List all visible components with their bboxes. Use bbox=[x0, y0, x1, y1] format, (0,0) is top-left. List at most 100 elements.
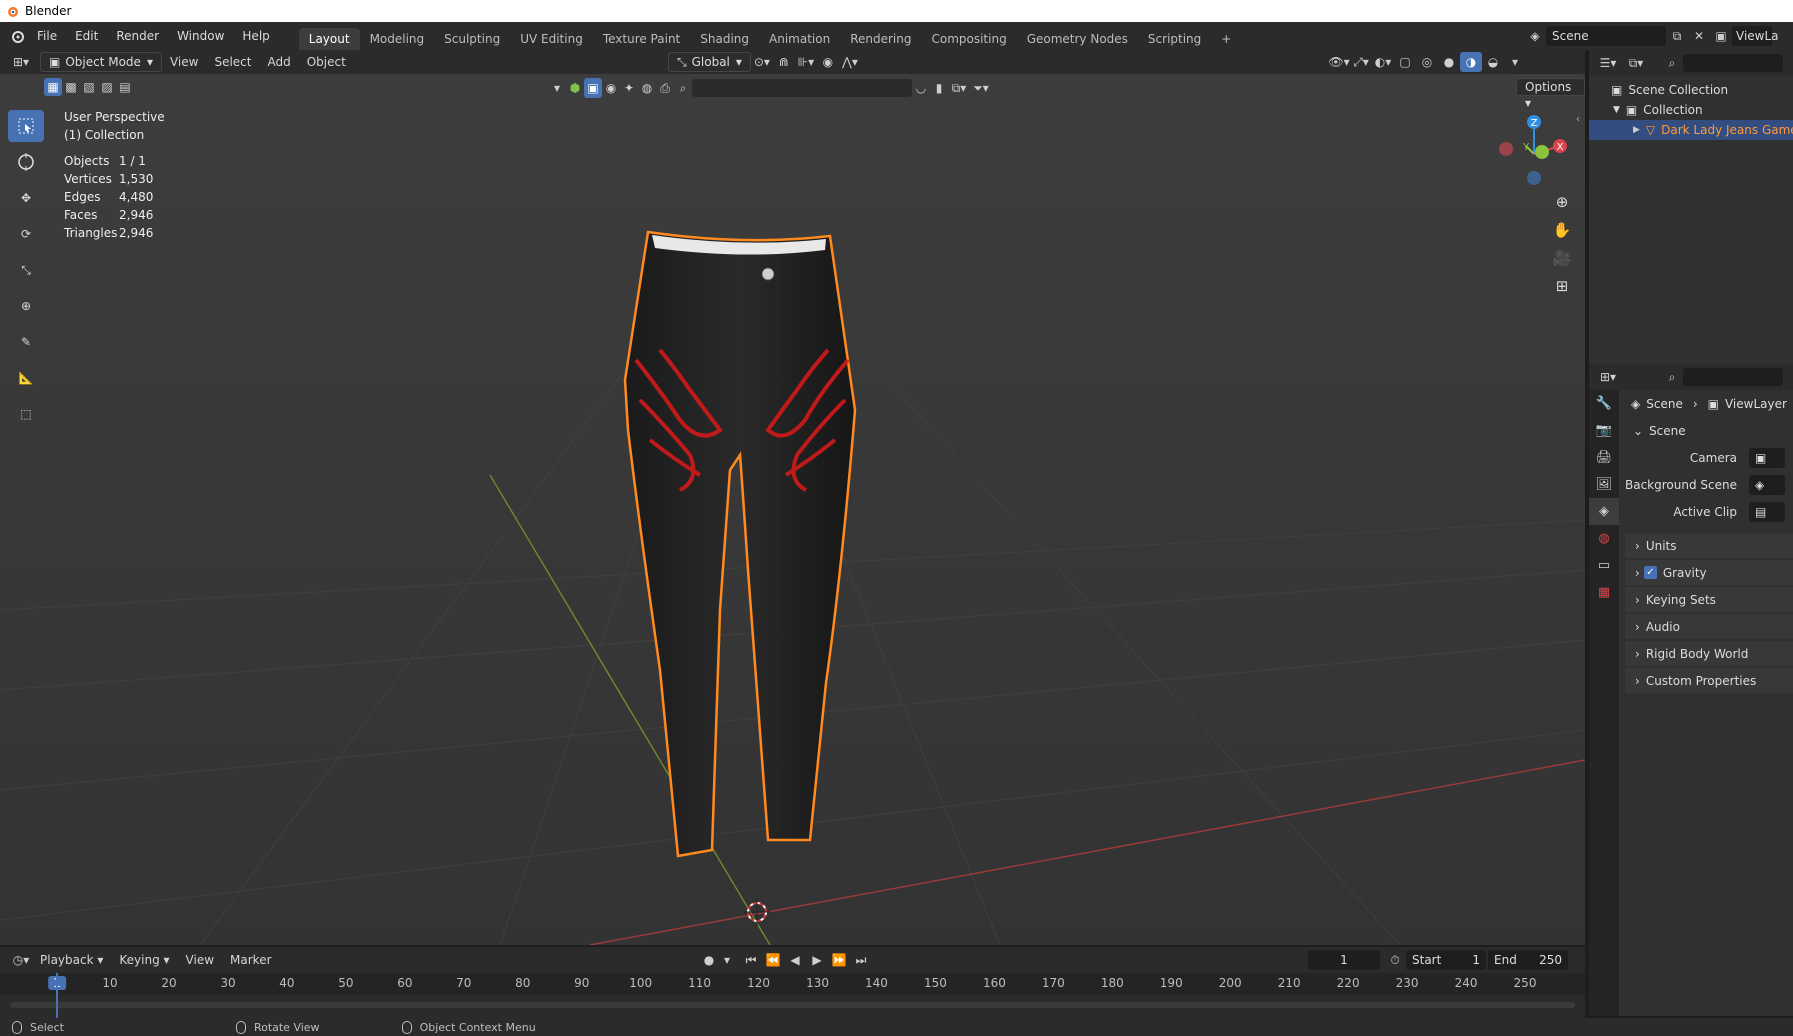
tab-animation[interactable]: Animation bbox=[759, 28, 840, 50]
tab-texture-paint[interactable]: Texture Paint bbox=[593, 28, 690, 50]
panel-keying-sets[interactable]: › Keying Sets bbox=[1625, 587, 1793, 612]
timeline-menu-keying[interactable]: Keying ▾ bbox=[111, 953, 177, 967]
view-options-icon[interactable]: ⧉▾ bbox=[948, 78, 970, 98]
timeline-menu-marker[interactable]: Marker bbox=[222, 953, 279, 967]
select-box-tool[interactable] bbox=[8, 110, 44, 142]
bookmark-icon[interactable]: ▮ bbox=[930, 78, 948, 98]
tab-scene-icon[interactable]: ◈ bbox=[1589, 498, 1619, 525]
panel-units[interactable]: › Units bbox=[1625, 533, 1793, 558]
filter-search-input[interactable] bbox=[692, 79, 912, 97]
wireframe-shading-icon[interactable]: ◎ bbox=[1416, 52, 1438, 72]
viewport-menu-object[interactable]: Object bbox=[299, 55, 354, 69]
annotate-tool[interactable]: ✎ bbox=[8, 326, 44, 358]
scene-icon[interactable]: ◈ bbox=[1524, 26, 1546, 46]
transform-orientation-dropdown[interactable]: ⤡ Global ▾ bbox=[668, 52, 751, 72]
clear-filter-icon[interactable]: ◡ bbox=[912, 78, 930, 98]
pan-hand-icon[interactable]: ✋ bbox=[1548, 216, 1576, 244]
breadcrumb-scene[interactable]: Scene bbox=[1646, 397, 1683, 411]
select-intersect-icon[interactable]: ▤ bbox=[116, 78, 134, 96]
tab-texture-icon[interactable]: ▦ bbox=[1589, 579, 1619, 606]
measure-tool[interactable]: 📐 bbox=[8, 362, 44, 394]
menu-help[interactable]: Help bbox=[233, 29, 278, 43]
panel-audio[interactable]: › Audio bbox=[1625, 614, 1793, 639]
add-cube-tool[interactable]: ⬚ bbox=[8, 398, 44, 430]
tab-rendering[interactable]: Rendering bbox=[840, 28, 921, 50]
panel-custom-properties[interactable]: › Custom Properties bbox=[1625, 668, 1793, 693]
properties-editor-type-icon[interactable]: ⊞▾ bbox=[1597, 367, 1619, 387]
material-filter-icon[interactable]: ◉ bbox=[602, 78, 620, 98]
mesh-filter-icon[interactable]: ⬢ bbox=[566, 78, 584, 98]
record-icon[interactable]: ● bbox=[698, 950, 720, 970]
mode-dropdown[interactable]: ▣ Object Mode ▾ bbox=[40, 52, 162, 72]
play-reverse-icon[interactable]: ◀ bbox=[784, 950, 806, 970]
camera-view-icon[interactable]: 🎥 bbox=[1548, 244, 1576, 272]
tab-compositing[interactable]: Compositing bbox=[921, 28, 1016, 50]
tab-view-layer-icon[interactable]: 🖼 bbox=[1589, 471, 1619, 498]
timeline-scrollbar[interactable] bbox=[10, 1002, 1575, 1008]
background-scene-field[interactable]: ◈ bbox=[1749, 474, 1785, 495]
object-filter-icon[interactable]: ▣ bbox=[584, 78, 602, 98]
tab-tool-icon[interactable]: 🔧 bbox=[1589, 390, 1619, 417]
proportional-edit-icon[interactable]: ◉ bbox=[817, 52, 839, 72]
gizmo-neg-x-axis[interactable] bbox=[1499, 142, 1513, 156]
tab-geometry-nodes[interactable]: Geometry Nodes bbox=[1017, 28, 1138, 50]
scene-section-header[interactable]: ⌄ Scene bbox=[1625, 417, 1793, 444]
menu-edit[interactable]: Edit bbox=[66, 29, 107, 43]
viewport-menu-select[interactable]: Select bbox=[206, 55, 259, 69]
expand-arrow-icon[interactable]: ▼ bbox=[1613, 105, 1620, 115]
tab-scripting[interactable]: Scripting bbox=[1138, 28, 1211, 50]
tab-world-icon[interactable]: ◍ bbox=[1589, 525, 1619, 552]
light-filter-icon[interactable]: ✦ bbox=[620, 78, 638, 98]
navigation-gizmo[interactable]: Z X Y bbox=[1490, 108, 1570, 188]
timeline-editor-type-icon[interactable]: ◷▾ bbox=[10, 950, 32, 970]
outliner-row-collection[interactable]: ▼ ▣ Collection bbox=[1589, 100, 1793, 120]
filter-funnel-icon[interactable]: ⏷▾ bbox=[970, 78, 992, 98]
solid-shading-icon[interactable]: ● bbox=[1438, 52, 1460, 72]
end-frame-field[interactable]: End 250 bbox=[1488, 950, 1568, 970]
tab-modeling[interactable]: Modeling bbox=[360, 28, 435, 50]
select-subtract-icon[interactable]: ▧ bbox=[80, 78, 98, 96]
playhead-line[interactable] bbox=[56, 973, 58, 1018]
shading-options-icon[interactable]: ▾ bbox=[1504, 52, 1526, 72]
world-filter-icon[interactable]: ◍ bbox=[638, 78, 656, 98]
xray-toggle-icon[interactable]: ▢ bbox=[1394, 52, 1416, 72]
select-invert-icon[interactable]: ▨ bbox=[98, 78, 116, 96]
stopwatch-icon[interactable]: ⏱ bbox=[1384, 950, 1406, 970]
add-workspace-button[interactable]: + bbox=[1211, 28, 1241, 50]
jump-end-icon[interactable]: ⏭ bbox=[850, 950, 872, 970]
menu-file[interactable]: File bbox=[28, 29, 66, 43]
cursor-tool[interactable] bbox=[8, 146, 44, 178]
view-layer-icon[interactable]: ▣ bbox=[1710, 26, 1732, 46]
display-mode-icon[interactable]: ⧉▾ bbox=[1625, 53, 1647, 73]
material-preview-shading-icon[interactable]: ◑ bbox=[1460, 52, 1482, 72]
zoom-icon[interactable]: ⊕ bbox=[1548, 188, 1576, 216]
prev-keyframe-icon[interactable]: ⏪ bbox=[762, 950, 784, 970]
menu-window[interactable]: Window bbox=[168, 29, 233, 43]
perspective-toggle-icon[interactable]: ⊞ bbox=[1548, 272, 1576, 300]
scale-tool[interactable]: ⤡ bbox=[8, 254, 44, 286]
editor-type-icon[interactable]: ⊞▾ bbox=[10, 52, 32, 72]
chevron-down-icon[interactable]: ▾ bbox=[548, 78, 566, 98]
scene-name-field[interactable]: Scene bbox=[1546, 26, 1666, 46]
gizmo-toggle-icon[interactable]: ⤢▾ bbox=[1350, 52, 1372, 72]
tab-collection-icon[interactable]: ▭ bbox=[1589, 552, 1619, 579]
play-icon[interactable]: ▶ bbox=[806, 950, 828, 970]
menu-render[interactable]: Render bbox=[107, 29, 168, 43]
tab-output-icon[interactable]: 🖨 bbox=[1589, 444, 1619, 471]
snap-target-icon[interactable]: ⊪▾ bbox=[795, 52, 817, 72]
expand-arrow-icon[interactable]: ▶ bbox=[1633, 125, 1640, 135]
jump-start-icon[interactable]: ⏮ bbox=[740, 950, 762, 970]
3d-viewport[interactable]: ⊞▾ ▣ Object Mode ▾ View Select Add Objec… bbox=[0, 50, 1585, 945]
options-dropdown[interactable]: Options ▾ bbox=[1516, 78, 1585, 110]
current-frame-field[interactable]: 1 bbox=[1308, 950, 1380, 970]
camera-field[interactable]: ▣ bbox=[1749, 447, 1785, 468]
tab-render-icon[interactable]: 📷 bbox=[1589, 417, 1619, 444]
viewport-menu-add[interactable]: Add bbox=[259, 55, 298, 69]
outliner-row-scene-collection[interactable]: ▣ Scene Collection bbox=[1589, 80, 1793, 100]
tab-sculpting[interactable]: Sculpting bbox=[434, 28, 510, 50]
new-scene-icon[interactable]: ⧉ bbox=[1666, 26, 1688, 46]
rotate-tool[interactable]: ⟳ bbox=[8, 218, 44, 250]
visibility-icon[interactable]: 👁▾ bbox=[1328, 52, 1350, 72]
outliner-editor-type-icon[interactable]: ☰▾ bbox=[1597, 53, 1619, 73]
timeline-menu-view[interactable]: View bbox=[178, 953, 222, 967]
